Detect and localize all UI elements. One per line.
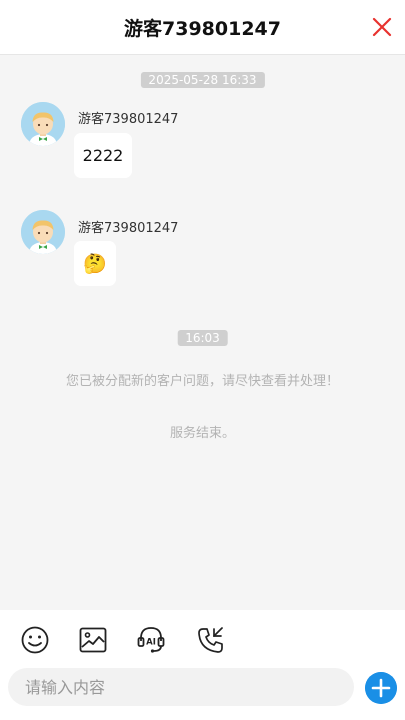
page-title: 游客739801247 — [124, 18, 281, 40]
message-input[interactable] — [8, 668, 354, 706]
system-message-ended: 服务结束。 — [169, 426, 235, 441]
phone-transfer-icon[interactable] — [196, 625, 226, 655]
user-avatar-icon — [21, 102, 65, 146]
emoji-icon[interactable] — [20, 625, 50, 655]
add-icon[interactable] — [365, 672, 397, 704]
sender-name: 游客739801247 — [78, 112, 179, 127]
avatar — [21, 210, 65, 254]
system-message-assigned: 您已被分配新的客户问题，请尽快查看并处理！ — [65, 374, 339, 389]
avatar — [21, 102, 65, 146]
timestamp: 2025-05-28 16:33 — [140, 72, 265, 88]
user-avatar-icon — [21, 210, 65, 254]
close-icon[interactable] — [371, 16, 393, 38]
image-icon[interactable] — [78, 625, 108, 655]
message-bubble[interactable]: 2222 — [74, 133, 132, 178]
timestamp: 16:03 — [177, 330, 228, 346]
ai-agent-icon[interactable]: AI — [136, 625, 166, 655]
sender-name: 游客739801247 — [78, 221, 179, 236]
message-bubble[interactable]: 🤔 — [74, 241, 116, 286]
header-bar: 游客739801247 — [0, 0, 405, 55]
svg-text:AI: AI — [146, 638, 156, 648]
